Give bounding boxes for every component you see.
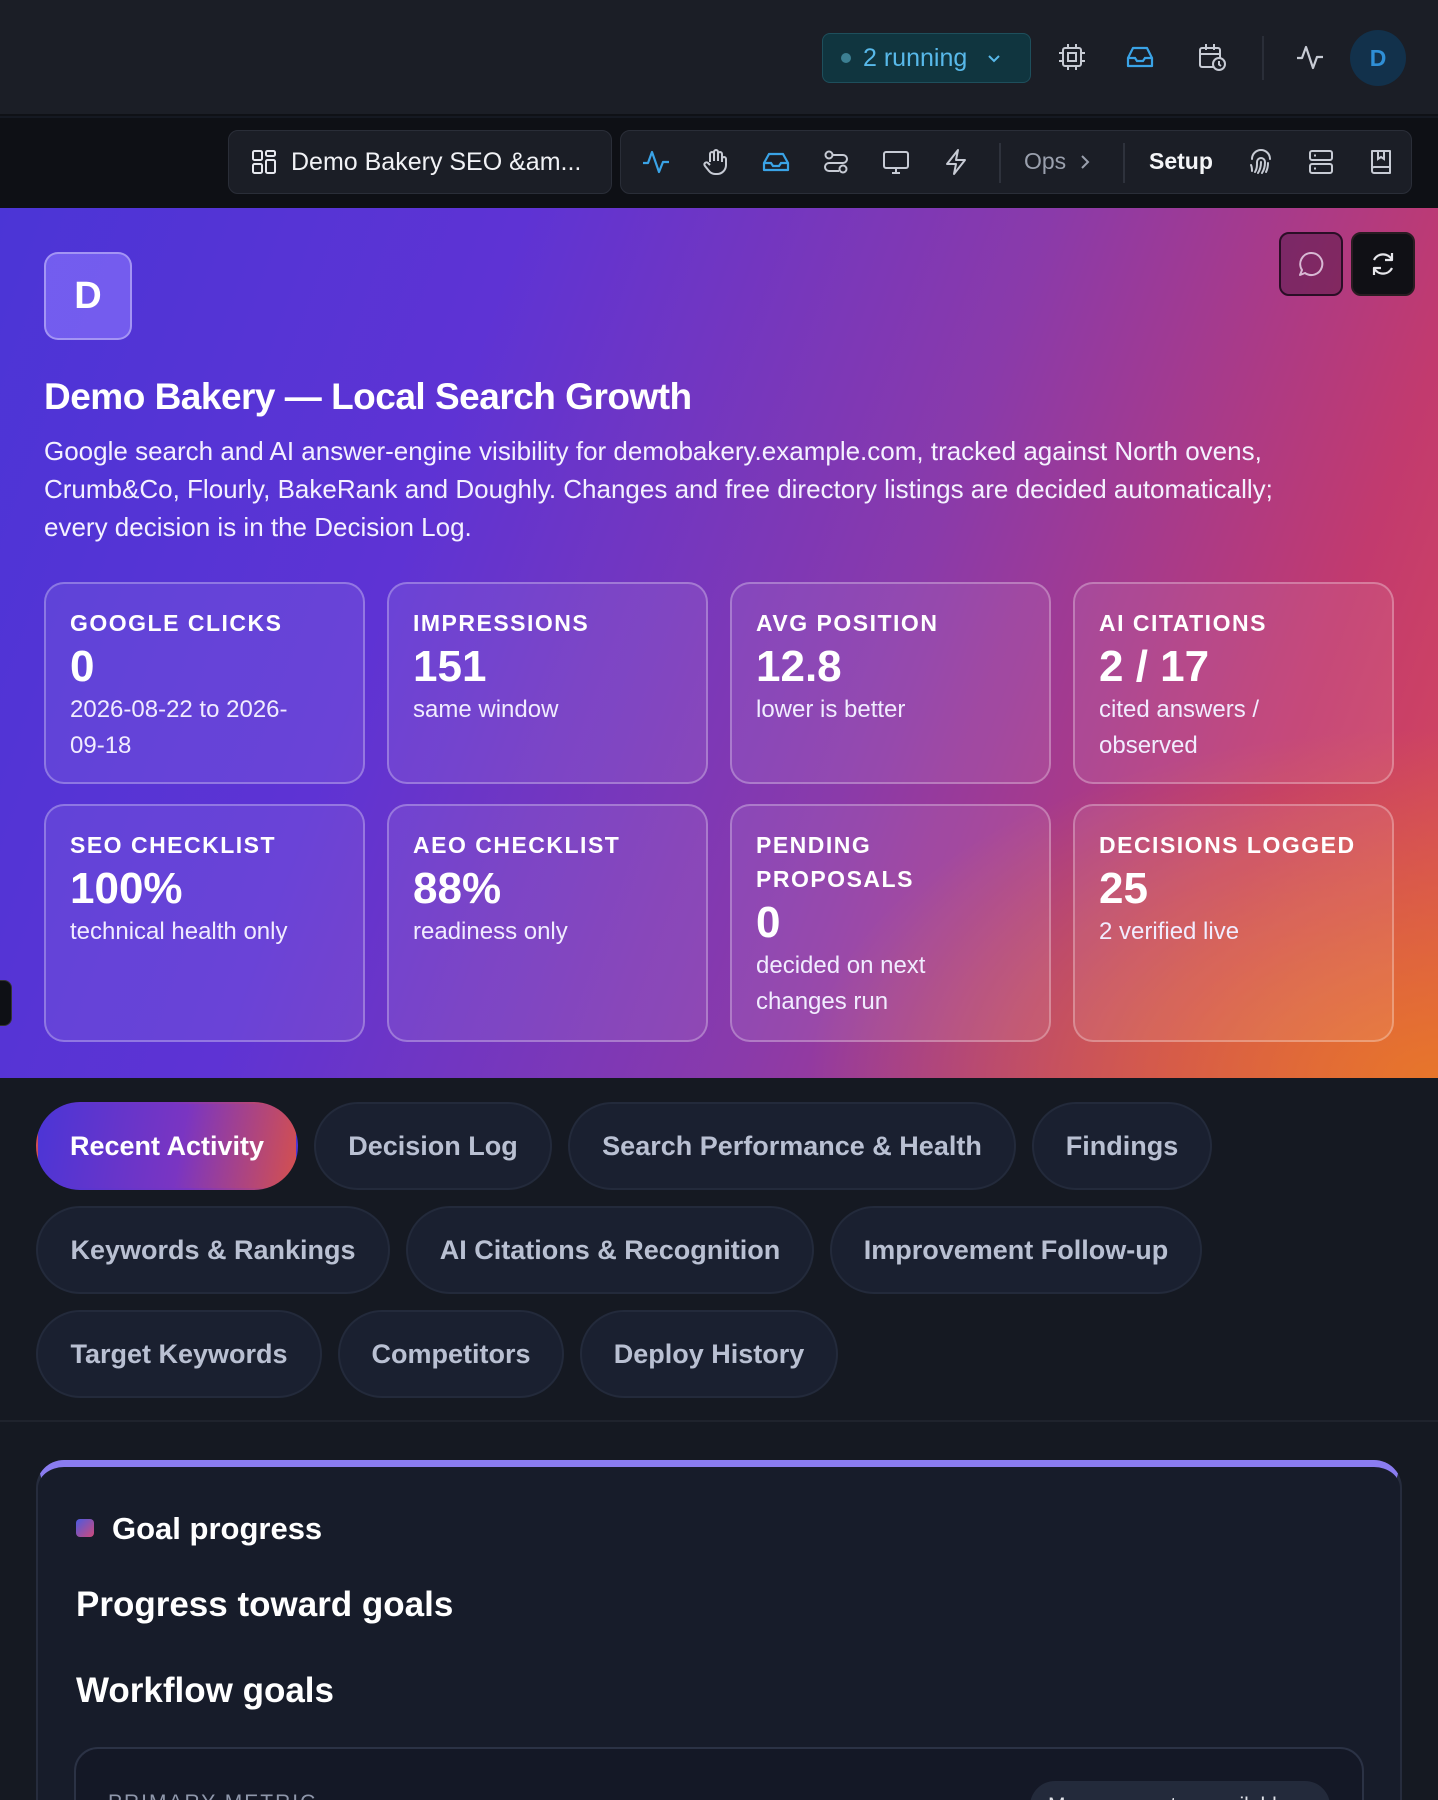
tab-ai-citations[interactable]: AI Citations & Recognition xyxy=(406,1206,814,1294)
description-line: Crumb&Co, Flourly, BakeRank and Doughly.… xyxy=(44,474,1273,504)
status-badge: Measurement unavailable xyxy=(1030,1781,1330,1800)
refresh-icon xyxy=(1372,253,1394,275)
section-label: Goal progress xyxy=(112,1511,323,1546)
tab-deploy-history[interactable]: Deploy History xyxy=(580,1310,838,1398)
section-marker xyxy=(76,1519,94,1537)
tab-improvement-follow-up[interactable]: Improvement Follow-up xyxy=(830,1206,1202,1294)
stat-value: 2 / 17 xyxy=(1099,642,1210,691)
stat-caption: 2 verified live xyxy=(1099,918,1240,945)
server-icon[interactable] xyxy=(1303,144,1339,180)
tab-keywords-rankings[interactable]: Keywords & Rankings xyxy=(36,1206,390,1294)
chat-button[interactable] xyxy=(1279,232,1343,296)
inbox-icon[interactable] xyxy=(1121,38,1159,76)
chevron-right-icon xyxy=(1073,144,1097,180)
stat-ai-citations: AI CITATIONS 2 / 17 cited answers / obse… xyxy=(1073,582,1394,784)
cpu-icon[interactable] xyxy=(1053,38,1091,76)
project-avatar: D xyxy=(44,252,132,340)
metric-label: PRIMARY METRIC xyxy=(108,1791,317,1800)
stat-avg-position: AVG POSITION 12.8 lower is better xyxy=(730,582,1051,784)
top-bar: 2 running D xyxy=(0,0,1438,116)
status-dot xyxy=(841,53,851,63)
stat-caption: observed xyxy=(1099,732,1198,759)
stat-label: SEO CHECKLIST xyxy=(70,832,277,858)
stat-seo-checklist: SEO CHECKLIST 100% technical health only xyxy=(44,804,365,1042)
project-selector-button[interactable]: Demo Bakery SEO &am... xyxy=(228,130,612,194)
running-jobs-dropdown[interactable]: 2 running xyxy=(822,33,1031,83)
divider xyxy=(1262,36,1264,80)
project-name: Demo Bakery SEO &am... xyxy=(291,147,582,176)
sidebar-drag-handle[interactable] xyxy=(0,980,12,1026)
stat-value: 88% xyxy=(413,864,502,913)
stat-aeo-checklist: AEO CHECKLIST 88% readiness only xyxy=(387,804,708,1042)
stat-caption: readiness only xyxy=(413,918,568,945)
section-heading: Progress toward goals xyxy=(76,1585,454,1624)
activity-icon[interactable] xyxy=(638,144,674,180)
stat-impressions: IMPRESSIONS 151 same window xyxy=(387,582,708,784)
section-tabs: Recent Activity Decision Log Search Perf… xyxy=(0,1078,1438,1422)
stat-caption: technical health only xyxy=(70,918,288,945)
stat-caption: 2026-08-22 to 2026- xyxy=(70,696,288,723)
stat-google-clicks: GOOGLE CLICKS 0 2026-08-22 to 2026- 09-1… xyxy=(44,582,365,784)
stat-caption: lower is better xyxy=(756,696,906,723)
user-avatar[interactable]: D xyxy=(1350,30,1406,86)
running-label: 2 running xyxy=(863,43,968,72)
stat-value: 25 xyxy=(1099,864,1148,913)
stat-value: 151 xyxy=(413,642,487,691)
hand-icon[interactable] xyxy=(698,144,734,180)
book-icon[interactable] xyxy=(1363,144,1399,180)
page-description: Google search and AI answer-engine visib… xyxy=(44,432,1394,546)
tab-search-performance[interactable]: Search Performance & Health xyxy=(568,1102,1016,1190)
stat-label: AVG POSITION xyxy=(756,610,939,636)
tab-decision-log[interactable]: Decision Log xyxy=(314,1102,552,1190)
stat-label: AI CITATIONS xyxy=(1099,610,1267,636)
stat-label: DECISIONS LOGGED xyxy=(1099,832,1356,858)
setup-label: Setup xyxy=(1149,148,1213,174)
refresh-button[interactable] xyxy=(1351,232,1415,296)
fingerprint-icon[interactable] xyxy=(1243,144,1279,180)
stat-caption: cited answers / xyxy=(1099,696,1260,723)
stat-value: 0 xyxy=(70,642,95,691)
stat-value: 0 xyxy=(756,898,781,947)
tab-competitors[interactable]: Competitors xyxy=(338,1310,564,1398)
inbox-icon[interactable] xyxy=(758,144,794,180)
tab-findings[interactable]: Findings xyxy=(1032,1102,1212,1190)
tab-target-keywords[interactable]: Target Keywords xyxy=(36,1310,322,1398)
project-toolbar: Demo Bakery SEO &am... Ops Setup xyxy=(0,118,1438,208)
stat-value: 100% xyxy=(70,864,183,913)
stat-caption: same window xyxy=(413,696,559,723)
primary-metric-panel: PRIMARY METRIC Measurement unavailable xyxy=(74,1747,1364,1800)
dashboard-icon xyxy=(252,150,276,174)
view-switcher: Ops Setup xyxy=(620,130,1412,194)
stat-label: AEO CHECKLIST xyxy=(413,832,621,858)
chevron-down-icon xyxy=(988,55,1000,63)
monitor-icon[interactable] xyxy=(878,144,914,180)
stat-caption: 09-18 xyxy=(70,732,132,759)
stat-label: IMPRESSIONS xyxy=(413,610,590,636)
divider xyxy=(999,143,1001,183)
activity-icon[interactable] xyxy=(1291,38,1329,76)
stat-decisions-logged: DECISIONS LOGGED 25 2 verified live xyxy=(1073,804,1394,1042)
workflow-icon[interactable] xyxy=(818,144,854,180)
description-line: Google search and AI answer-engine visib… xyxy=(44,436,1262,466)
bolt-icon[interactable] xyxy=(938,144,974,180)
calendar-clock-icon[interactable] xyxy=(1193,38,1231,76)
ops-label: Ops xyxy=(1024,148,1067,174)
project-hero: D Demo Bakery — Local Search Growth Goog… xyxy=(0,208,1438,1078)
stat-label: PROPOSALS xyxy=(756,866,914,892)
page-title: Demo Bakery — Local Search Growth xyxy=(44,376,692,417)
stat-caption: decided on next xyxy=(756,952,926,979)
setup-link[interactable]: Setup xyxy=(1149,148,1213,175)
stat-label: GOOGLE CLICKS xyxy=(70,610,283,636)
stat-pending-proposals: PENDING PROPOSALS 0 decided on next chan… xyxy=(730,804,1051,1042)
stat-caption: changes run xyxy=(756,988,889,1015)
stat-value: 12.8 xyxy=(756,642,842,691)
ops-menu[interactable]: Ops xyxy=(1024,148,1066,175)
message-circle-icon xyxy=(1299,251,1324,276)
description-line: every decision is in the Decision Log. xyxy=(44,512,472,542)
stat-label: PENDING xyxy=(756,832,872,858)
goal-progress-card: Goal progress Progress toward goals Work… xyxy=(36,1460,1402,1800)
tab-recent-activity[interactable]: Recent Activity xyxy=(36,1102,298,1190)
section-subheading: Workflow goals xyxy=(76,1671,334,1710)
divider xyxy=(1123,143,1125,183)
